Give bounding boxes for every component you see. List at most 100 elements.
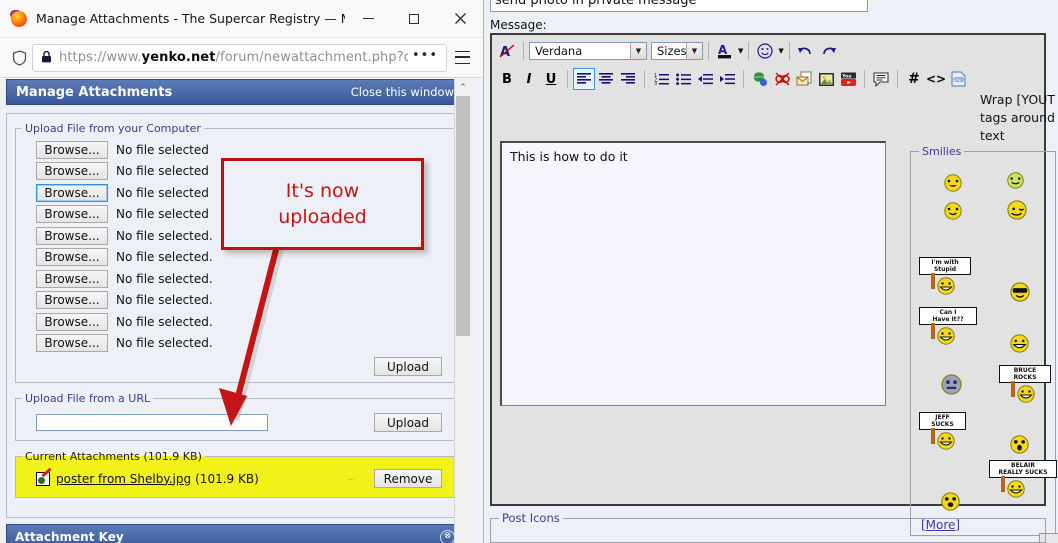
maximize-button[interactable] bbox=[391, 0, 437, 38]
smilie-sign-im-with-stupid[interactable]: I'm with Stupid bbox=[919, 257, 971, 297]
undo-icon[interactable] bbox=[795, 40, 817, 62]
svg-text:You: You bbox=[841, 73, 851, 79]
minimize-button[interactable] bbox=[345, 0, 391, 38]
italic-icon[interactable]: I bbox=[518, 68, 540, 90]
window-controls bbox=[345, 0, 483, 38]
smilie-robot-dance[interactable] bbox=[941, 374, 962, 398]
url-domain: yenko.net bbox=[141, 50, 216, 65]
page-scrollbar[interactable]: ⌃ bbox=[454, 79, 471, 543]
callout-line-1: It's now bbox=[285, 180, 360, 202]
underline-icon[interactable]: U bbox=[540, 68, 562, 90]
ordered-list-icon[interactable]: 123 bbox=[650, 68, 672, 90]
indent-icon[interactable] bbox=[716, 68, 738, 90]
post-icons-fieldset: Post Icons bbox=[490, 511, 1046, 543]
upload-from-computer-legend: Upload File from your Computer bbox=[25, 122, 201, 135]
current-attachments-fieldset: Current Attachments (101.9 KB) poster fr… bbox=[15, 450, 455, 498]
close-button[interactable] bbox=[437, 0, 483, 38]
smilie-tongue-out[interactable] bbox=[944, 174, 962, 195]
hamburger-menu-icon[interactable] bbox=[447, 51, 477, 64]
window-title: Manage Attachments - The Supercar Regist… bbox=[36, 11, 345, 26]
url-text: https://www.yenko.net/forum/newattachmen… bbox=[59, 50, 408, 65]
font-color-icon[interactable]: A bbox=[714, 40, 736, 62]
smilie-cool-shades[interactable] bbox=[1010, 282, 1030, 305]
chevron-down-icon[interactable]: ▼ bbox=[686, 43, 702, 59]
message-textarea[interactable]: This is how to do it bbox=[500, 141, 886, 406]
smilie-sign-jeff-sucks[interactable]: JEFF SUCKS bbox=[919, 412, 966, 452]
close-this-window-link[interactable]: Close this window bbox=[351, 85, 454, 99]
smilie-sign-bruce-rocks[interactable]: BRUCE ROCKS bbox=[999, 365, 1051, 405]
smilie-eek[interactable] bbox=[941, 492, 960, 514]
page-content: Manage Attachments Close this window Upl… bbox=[0, 79, 483, 543]
scrollbar-thumb[interactable] bbox=[456, 96, 470, 336]
browse-button-3[interactable]: Browse... bbox=[36, 183, 108, 202]
insert-php-icon[interactable]: php bbox=[947, 68, 969, 90]
browse-button-2[interactable]: Browse... bbox=[36, 162, 108, 181]
smilie-chevron-down-icon[interactable]: ▼ bbox=[778, 47, 783, 55]
smilie-sleepy-zzz[interactable] bbox=[1007, 200, 1027, 223]
smilie-big-grin[interactable] bbox=[1010, 334, 1029, 356]
outdent-icon[interactable] bbox=[694, 68, 716, 90]
file-status-4: No file selected bbox=[116, 207, 209, 222]
smilie-sign-belair-really-sucks[interactable]: BELAIR REALLY SUCKS bbox=[989, 460, 1057, 500]
current-attachments-legend: Current Attachments (101.9 KB) bbox=[25, 450, 202, 463]
redo-icon[interactable] bbox=[817, 40, 839, 62]
chevron-down-icon[interactable]: ▼ bbox=[630, 43, 646, 59]
upload-url-button[interactable]: Upload bbox=[374, 413, 442, 432]
annotation-callout: It's now uploaded bbox=[221, 158, 424, 250]
smilie-sign-can-i-have-it[interactable]: Can I Have It?? bbox=[919, 307, 977, 347]
align-right-icon[interactable] bbox=[617, 68, 639, 90]
smilie-sign-belair-really-sucks-placard: BELAIR REALLY SUCKS bbox=[989, 460, 1057, 478]
browse-button-7[interactable]: Browse... bbox=[36, 269, 108, 288]
browse-button-10[interactable]: Browse... bbox=[36, 334, 108, 353]
file-status-1: No file selected bbox=[116, 142, 209, 157]
insert-code-icon[interactable]: <> bbox=[925, 68, 947, 90]
url-path: /forum/newattachment.php?do= bbox=[215, 50, 408, 65]
post-icons-legend: Post Icons bbox=[499, 511, 563, 525]
insert-youtube-icon[interactable]: You bbox=[837, 68, 859, 90]
font-size-select[interactable]: Sizes ▼ bbox=[651, 42, 703, 60]
editor-toolbar-row-1: A Verdana ▼ Sizes ▼ A bbox=[492, 38, 1044, 64]
remove-attachment-button[interactable]: Remove bbox=[374, 469, 442, 488]
browse-button-1[interactable]: Browse... bbox=[36, 140, 108, 159]
bold-icon[interactable]: B bbox=[496, 68, 518, 90]
unordered-list-icon[interactable] bbox=[672, 68, 694, 90]
subject-input[interactable]: send photo in private message bbox=[490, 0, 868, 12]
browse-button-5[interactable]: Browse... bbox=[36, 226, 108, 245]
file-status-6: No file selected. bbox=[116, 250, 213, 265]
smilie-crazy-green[interactable] bbox=[1007, 172, 1024, 192]
attachment-row: poster from Shelby.jpg (101.9 KB) – Remo… bbox=[22, 467, 448, 491]
smilie-shocked[interactable] bbox=[1010, 435, 1029, 457]
scroll-up-arrow-icon[interactable]: ⌃ bbox=[455, 79, 471, 96]
file-status-3: No file selected bbox=[116, 185, 209, 200]
file-status-8: No file selected. bbox=[116, 293, 213, 308]
remove-link-icon[interactable] bbox=[771, 68, 793, 90]
editor-toolbar-row-2: B I U 1 2 3 You # <> php bbox=[492, 66, 1044, 92]
tracking-protection-shield-icon[interactable] bbox=[6, 49, 32, 66]
smilie-sign-jeff-sucks-placard: JEFF SUCKS bbox=[919, 412, 966, 430]
insert-quote-icon[interactable] bbox=[870, 68, 892, 90]
upload-computer-button[interactable]: Upload bbox=[374, 357, 442, 376]
browse-button-4[interactable]: Browse... bbox=[36, 205, 108, 224]
remove-formatting-icon[interactable]: A bbox=[496, 40, 518, 62]
browse-button-9[interactable]: Browse... bbox=[36, 312, 108, 331]
smilie-picker-icon[interactable] bbox=[754, 40, 776, 62]
font-family-select[interactable]: Verdana ▼ bbox=[529, 42, 647, 60]
attachment-file-link[interactable]: poster from Shelby.jpg bbox=[56, 472, 191, 486]
align-center-icon[interactable] bbox=[595, 68, 617, 90]
insert-link-icon[interactable] bbox=[749, 68, 771, 90]
browse-button-6[interactable]: Browse... bbox=[36, 248, 108, 267]
smilie-smile[interactable] bbox=[944, 202, 962, 223]
insert-email-icon[interactable] bbox=[793, 68, 815, 90]
screen-root: Manage Attachments - The Supercar Regist… bbox=[0, 0, 1058, 543]
insert-image-icon[interactable] bbox=[815, 68, 837, 90]
url-bar[interactable]: https://www.yenko.net/forum/newattachmen… bbox=[32, 43, 447, 72]
collapse-icon[interactable]: ⊗ bbox=[440, 529, 455, 543]
insert-hash-icon[interactable]: # bbox=[903, 68, 925, 90]
browse-button-8[interactable]: Browse... bbox=[36, 291, 108, 310]
font-color-chevron-down-icon[interactable]: ▼ bbox=[738, 47, 743, 55]
align-left-icon[interactable] bbox=[573, 68, 595, 90]
upload-from-url-fieldset: Upload File from a URL Upload bbox=[15, 392, 455, 441]
url-input[interactable] bbox=[36, 414, 268, 431]
page-actions-overflow-icon[interactable]: ••• bbox=[408, 48, 440, 68]
attachment-dash: – bbox=[348, 471, 354, 486]
